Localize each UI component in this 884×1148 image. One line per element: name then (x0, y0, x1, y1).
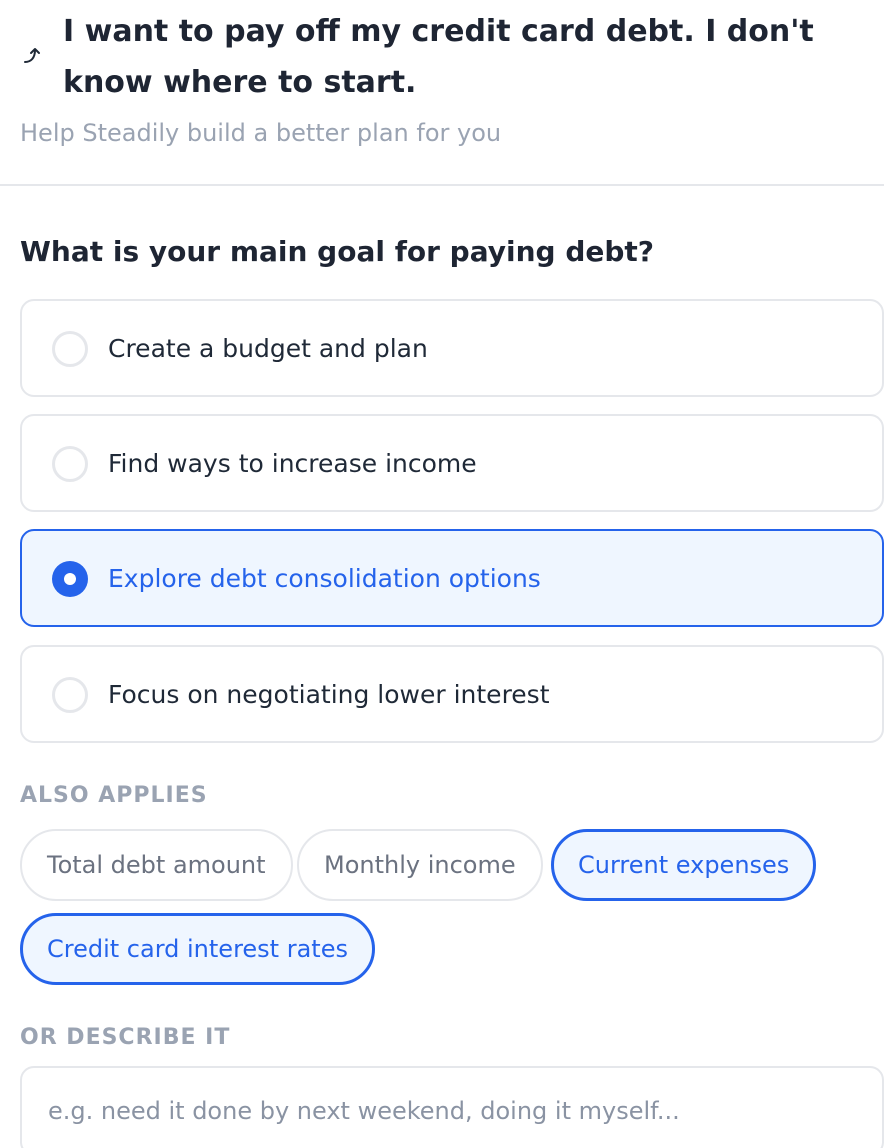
radio-dot (64, 573, 76, 585)
page-title: I want to pay off my credit card debt. I… (63, 14, 814, 100)
question-title: What is your main goal for paying debt? (20, 235, 655, 268)
radio-button[interactable] (52, 677, 88, 713)
plan-questionnaire-page: I want to pay off my credit card debt. I… (0, 0, 884, 1148)
page-subtitle: Help Steadily build a better plan for yo… (20, 119, 502, 147)
goal-option-label: Find ways to increase income (108, 449, 477, 478)
radio-button[interactable] (52, 561, 88, 597)
goal-option-label: Explore debt consolidation options (108, 564, 541, 593)
goal-option-label: Focus on negotiating lower interest (108, 680, 550, 709)
return-arrow-icon[interactable] (22, 44, 46, 68)
goal-option-debt-consolidation[interactable]: Explore debt consolidation options (20, 529, 884, 627)
chip-credit-card-interest-rates[interactable]: Credit card interest rates (20, 913, 375, 985)
goal-option-negotiate-interest[interactable]: Focus on negotiating lower interest (20, 645, 884, 743)
page-header: I want to pay off my credit card debt. I… (0, 0, 884, 186)
radio-button[interactable] (52, 331, 88, 367)
describe-label: OR DESCRIBE IT (20, 1025, 231, 1050)
goal-option-create-budget[interactable]: Create a budget and plan (20, 299, 884, 397)
chip-current-expenses[interactable]: Current expenses (551, 829, 817, 901)
chip-total-debt-amount[interactable]: Total debt amount (20, 829, 293, 901)
radio-button[interactable] (52, 446, 88, 482)
also-applies-label: ALSO APPLIES (20, 783, 208, 808)
chip-monthly-income[interactable]: Monthly income (297, 829, 543, 901)
describe-input[interactable] (20, 1066, 884, 1148)
goal-option-label: Create a budget and plan (108, 334, 428, 363)
goal-option-increase-income[interactable]: Find ways to increase income (20, 414, 884, 512)
